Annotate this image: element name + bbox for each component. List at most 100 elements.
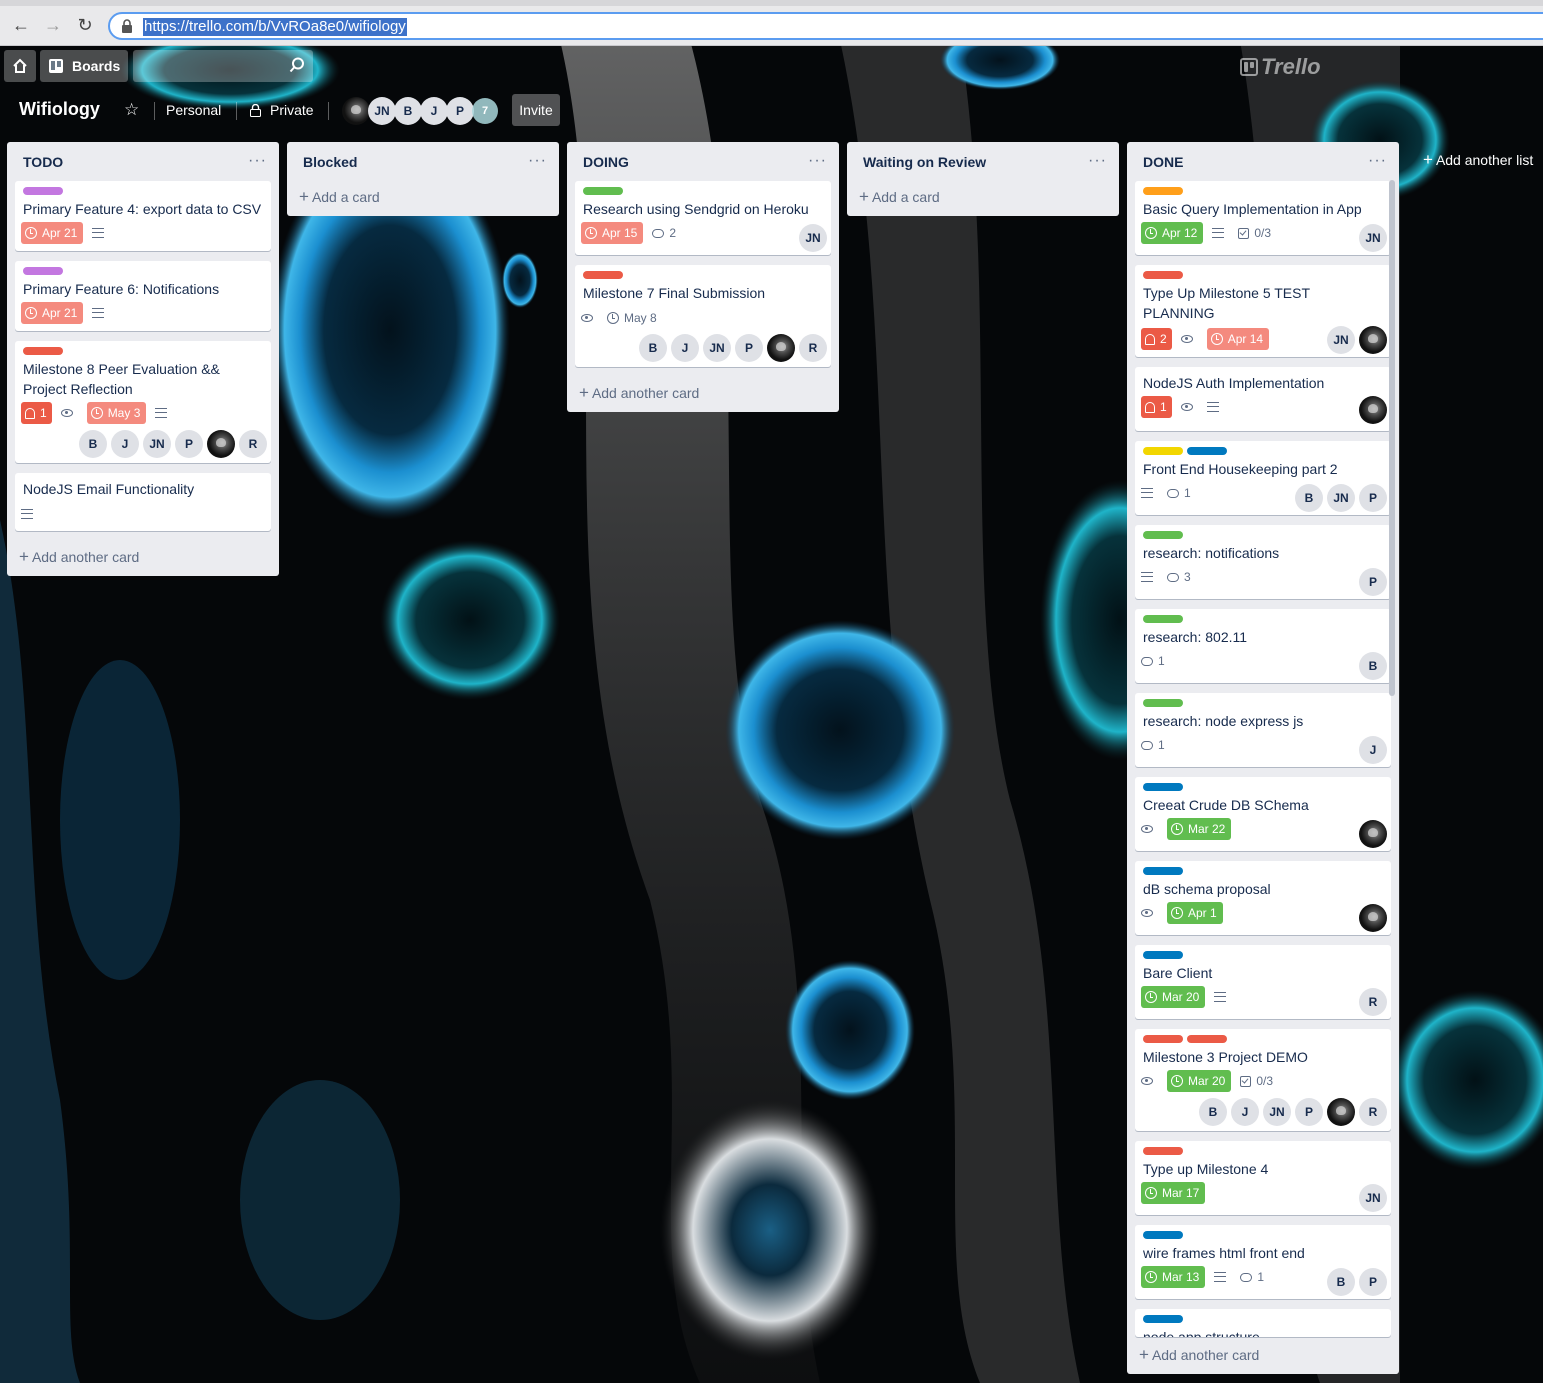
list-header[interactable]: Waiting on Review ··· (847, 142, 1119, 180)
card-label[interactable] (1143, 867, 1183, 875)
card-label[interactable] (1143, 1231, 1183, 1239)
card-label[interactable] (583, 271, 623, 279)
due-date-badge[interactable]: Mar 20 (1141, 986, 1206, 1008)
add-card-button[interactable]: + Add another card (1139, 1343, 1259, 1367)
member-avatar[interactable]: B (1359, 652, 1387, 680)
member-avatar[interactable]: JN (1359, 1184, 1387, 1212)
card[interactable]: Primary Feature 6: Notifications Apr 21 (15, 261, 271, 331)
member-avatar[interactable]: R (1359, 988, 1387, 1016)
due-date-badge[interactable]: Apr 12 (1141, 222, 1204, 244)
card-label[interactable] (1143, 699, 1183, 707)
member-avatar[interactable]: J (111, 430, 139, 458)
due-date-badge[interactable]: Mar 17 (1141, 1182, 1206, 1204)
card[interactable]: Basic Query Implementation in App Apr 12 0… (1135, 181, 1391, 255)
list-menu-icon[interactable]: ··· (1088, 152, 1107, 170)
card[interactable]: research: node express js 1 J (1135, 693, 1391, 767)
member-avatar[interactable]: R (239, 430, 267, 458)
notification-badge[interactable]: 1 (21, 402, 52, 424)
member-avatar[interactable]: B (79, 430, 107, 458)
add-card-button[interactable]: + Add a card (299, 185, 380, 209)
member-avatar[interactable]: J (1231, 1098, 1259, 1126)
member-avatar-photo[interactable] (207, 430, 235, 458)
address-bar[interactable]: https://trello.com/b/VvROa8e0/wifiology (108, 12, 1543, 40)
member-count-badge[interactable]: 7 (472, 98, 498, 124)
address-bar-url[interactable]: https://trello.com/b/VvROa8e0/wifiology (143, 18, 407, 36)
member-avatar[interactable]: J (420, 97, 448, 125)
due-date-badge[interactable]: Mar 13 (1141, 1266, 1206, 1288)
member-avatar[interactable]: JN (1327, 484, 1355, 512)
member-avatar[interactable]: B (1327, 1268, 1355, 1296)
member-avatar[interactable]: R (799, 334, 827, 362)
list-menu-icon[interactable]: ··· (808, 152, 827, 170)
member-avatar[interactable]: B (1199, 1098, 1227, 1126)
member-avatar-photo[interactable] (342, 97, 370, 125)
due-date-badge[interactable]: Apr 21 (21, 222, 84, 244)
due-date-badge[interactable]: May 3 (86, 402, 147, 424)
add-card-button[interactable]: + Add another card (19, 545, 139, 569)
card[interactable]: Creeat Crude DB SChema Mar 22 (1135, 777, 1391, 851)
card[interactable]: Bare Client Mar 20 R (1135, 945, 1391, 1019)
card-label[interactable] (583, 187, 623, 195)
list-header[interactable]: Blocked ··· (287, 142, 559, 180)
add-card-button[interactable]: + Add another card (579, 381, 699, 405)
card-label[interactable] (1143, 1035, 1183, 1043)
done-list-scrollbar[interactable] (1389, 180, 1395, 696)
due-date-badge[interactable]: Mar 22 (1167, 818, 1232, 840)
list-menu-icon[interactable]: ··· (528, 152, 547, 170)
forward-arrow-icon[interactable]: → (42, 14, 64, 36)
invite-button[interactable]: Invite (512, 94, 560, 126)
card[interactable]: Milestone 3 Project DEMO Mar 20 0/3 B J JN P R (1135, 1029, 1391, 1131)
card-label[interactable] (1143, 531, 1183, 539)
list-header[interactable]: DOING ··· (567, 142, 839, 180)
member-avatar-photo[interactable] (767, 334, 795, 362)
search-input[interactable] (133, 50, 313, 82)
back-arrow-icon[interactable]: ← (10, 14, 32, 36)
card[interactable]: Type up Milestone 4 Mar 17 JN (1135, 1141, 1391, 1215)
list-header[interactable]: TODO ··· (7, 142, 279, 180)
card[interactable]: Primary Feature 4: export data to CSV Apr… (15, 181, 271, 251)
due-date-badge[interactable]: Apr 21 (21, 302, 84, 324)
member-avatar[interactable]: JN (368, 97, 396, 125)
member-avatar[interactable]: R (1359, 1098, 1387, 1126)
card-label[interactable] (23, 187, 63, 195)
notification-badge[interactable]: 1 (1141, 396, 1172, 418)
card[interactable]: dB schema proposal Apr 1 (1135, 861, 1391, 935)
member-avatar[interactable]: JN (1263, 1098, 1291, 1126)
board-title[interactable]: Wifiology (19, 99, 100, 120)
member-avatar[interactable]: P (1295, 1098, 1323, 1126)
star-icon[interactable]: ☆ (124, 100, 139, 120)
member-avatar-photo[interactable] (1327, 1098, 1355, 1126)
list-title[interactable]: DONE (1143, 154, 1183, 170)
card[interactable]: Research using Sendgrid on Heroku Apr 15 2… (575, 181, 831, 255)
card[interactable]: NodeJS Auth Implementation 1 (1135, 367, 1391, 431)
trello-logo[interactable]: Trello (1240, 54, 1321, 80)
member-avatar-photo[interactable] (1359, 326, 1387, 354)
card[interactable]: Milestone 7 Final Submission May 8 B J JN P R (575, 265, 831, 367)
member-avatar[interactable]: B (639, 334, 667, 362)
card[interactable]: wire frames html front end Mar 13 1 B P (1135, 1225, 1391, 1299)
card[interactable]: research: notifications 3 P (1135, 525, 1391, 599)
card-label[interactable] (1143, 187, 1183, 195)
member-avatar-photo[interactable] (1359, 904, 1387, 932)
due-date-badge[interactable]: May 8 (607, 307, 657, 329)
list-title[interactable]: DOING (583, 154, 629, 170)
due-date-badge[interactable]: Apr 14 (1206, 328, 1270, 350)
member-avatar[interactable]: JN (1327, 326, 1355, 354)
card[interactable]: Type Up Milestone 5 TEST PLANNING 2 Apr 14… (1135, 265, 1391, 357)
card-label[interactable] (1143, 447, 1183, 455)
list-title[interactable]: Blocked (303, 154, 357, 170)
home-button[interactable] (4, 50, 36, 82)
member-avatar[interactable]: P (1359, 1268, 1387, 1296)
card[interactable]: Front End Housekeeping part 2 1 B JN P (1135, 441, 1391, 515)
member-avatar[interactable]: JN (703, 334, 731, 362)
card-label[interactable] (1143, 951, 1183, 959)
member-avatar[interactable]: JN (1359, 224, 1387, 252)
card-label[interactable] (1187, 447, 1227, 455)
list-menu-icon[interactable]: ··· (1368, 152, 1387, 170)
list-title[interactable]: TODO (23, 154, 63, 170)
member-avatar[interactable]: P (175, 430, 203, 458)
card[interactable]: NodeJS Email Functionality (15, 473, 271, 531)
card[interactable]: Milestone 8 Peer Evaluation && Project R… (15, 341, 271, 463)
card[interactable]: node app structure (1135, 1309, 1391, 1337)
due-date-badge[interactable]: Mar 20 (1167, 1070, 1232, 1092)
